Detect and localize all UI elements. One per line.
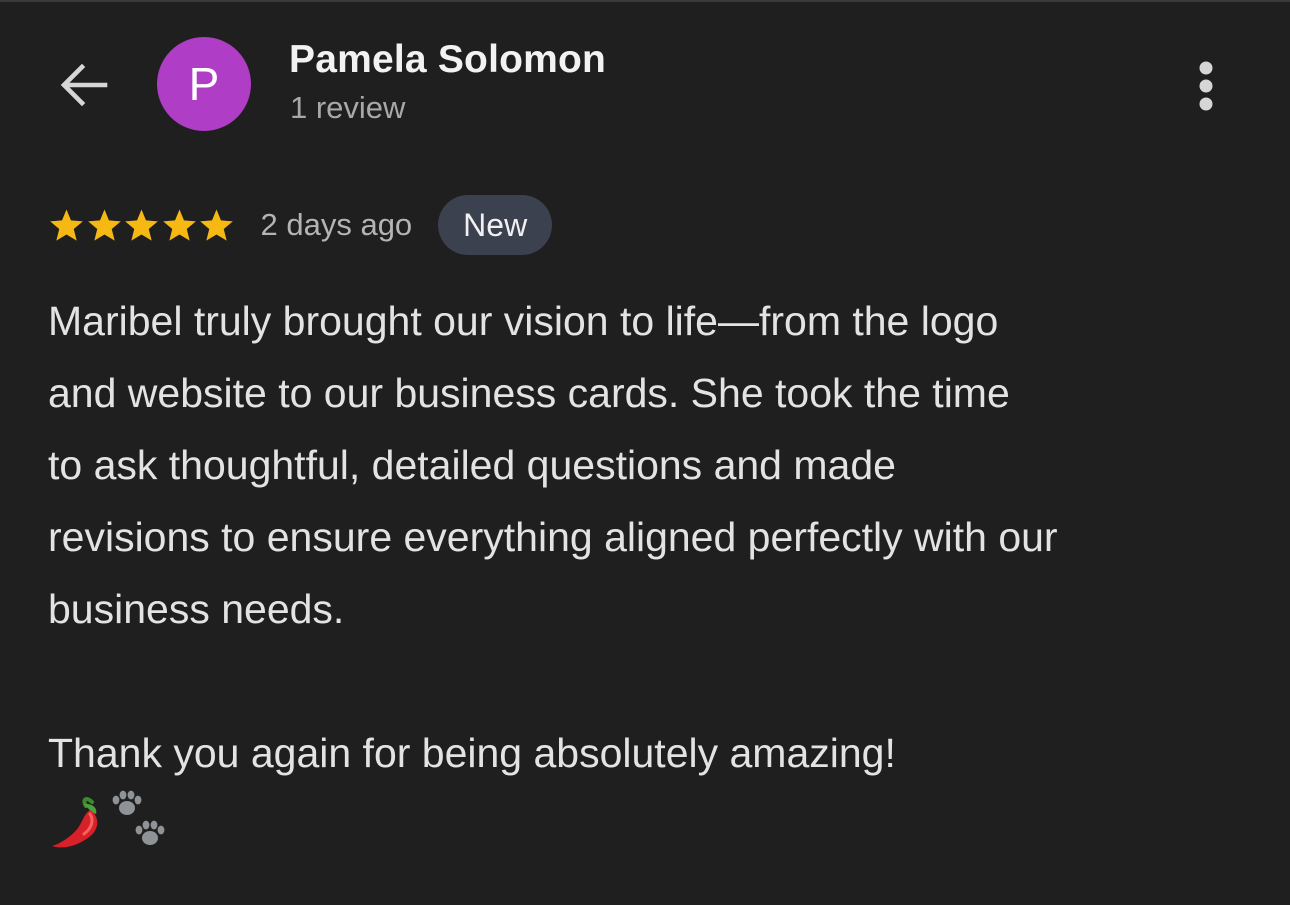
star-icon — [87, 208, 121, 241]
review-count: 1 review — [290, 90, 406, 125]
star-icon — [125, 208, 158, 241]
more-options-button[interactable] — [1184, 56, 1228, 116]
review-date: 2 days ago — [260, 207, 413, 242]
more-vert-icon — [1199, 61, 1213, 111]
paw-prints-icon — [112, 790, 165, 845]
hot-pepper-icon — [52, 797, 98, 848]
emoji-row — [48, 790, 178, 854]
star-icon — [50, 208, 83, 241]
new-badge: New — [438, 195, 553, 255]
star-icon — [200, 208, 233, 241]
reviewer-name[interactable]: Pamela Solomon — [289, 38, 606, 82]
rating-row: 2 days ago New — [48, 195, 553, 255]
arrow-left-icon — [60, 63, 108, 107]
back-button[interactable] — [54, 55, 114, 115]
star-rating — [48, 207, 236, 244]
avatar[interactable]: P — [157, 37, 251, 131]
star-icon — [162, 208, 196, 241]
avatar-initial: P — [188, 58, 220, 110]
review-text: Maribel truly brought our vision to life… — [48, 298, 1058, 776]
top-divider — [0, 0, 1290, 2]
